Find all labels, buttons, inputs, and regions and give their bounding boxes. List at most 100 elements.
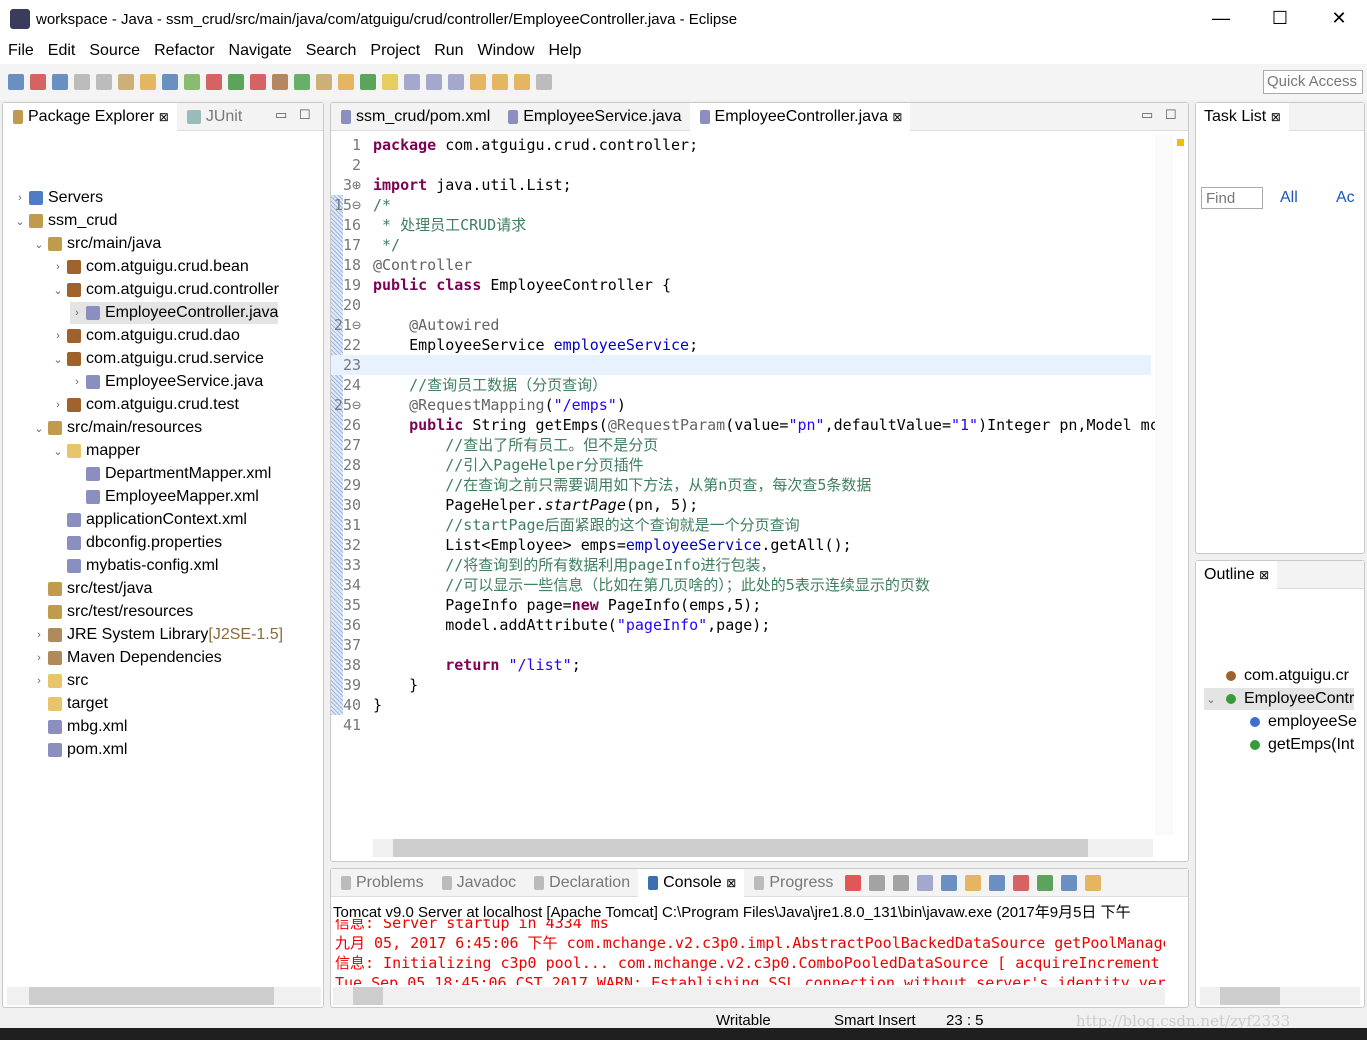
code-line[interactable]: 28 //引入PageHelper分页插件 <box>331 455 1151 475</box>
toolbar-button-icon[interactable] <box>74 74 90 90</box>
tree-item[interactable]: src/test/resources <box>32 601 193 623</box>
vertical-scrollbar[interactable] <box>1155 135 1173 835</box>
toolbar-button-icon[interactable] <box>492 74 508 90</box>
code-line[interactable]: 31 //startPage后面紧跟的这个查询就是一个分页查询 <box>331 515 1151 535</box>
expanded-chevron-icon[interactable]: ⌄ <box>51 445 65 458</box>
toolbar-button-icon[interactable] <box>162 74 178 90</box>
tab-outline[interactable]: Outline ⊠ <box>1196 560 1278 589</box>
toolbar-button-icon[interactable] <box>514 74 530 90</box>
maximize-icon[interactable]: ☐ <box>1165 107 1177 123</box>
console-toolbar-icon[interactable] <box>869 874 886 891</box>
horizontal-scrollbar[interactable] <box>1200 987 1360 1005</box>
toolbar-button-icon[interactable] <box>96 74 112 90</box>
collapsed-chevron-icon[interactable]: › <box>32 652 46 664</box>
toolbar-button-icon[interactable] <box>52 74 68 90</box>
code-line[interactable]: 25⊖ @RequestMapping("/emps") <box>331 395 1151 415</box>
tab-task-list[interactable]: Task List ⊠ <box>1196 102 1289 131</box>
console-toolbar-icon[interactable] <box>1013 874 1030 891</box>
maximize-button[interactable]: ☐ <box>1265 8 1295 29</box>
code-line[interactable]: 36 model.addAttribute("pageInfo",page); <box>331 615 1151 635</box>
collapsed-chevron-icon[interactable]: › <box>51 399 65 411</box>
tab-editor-file[interactable]: EmployeeService.java <box>498 103 689 131</box>
tree-item[interactable]: ⌄ src/main/java <box>32 233 161 255</box>
toolbar-button-icon[interactable] <box>316 74 332 90</box>
close-icon[interactable]: ⊠ <box>726 876 736 890</box>
toolbar-button-icon[interactable] <box>294 74 310 90</box>
code-line[interactable]: 23 <box>331 355 1151 375</box>
code-line[interactable]: 32 List<Employee> emps=employeeService.g… <box>331 535 1151 555</box>
code-line[interactable]: 33 //将查询到的所有数据利用pageInfo进行包装， <box>331 555 1151 575</box>
tree-item[interactable]: applicationContext.xml <box>51 509 247 531</box>
minimize-icon[interactable]: ▭ <box>275 107 287 123</box>
toolbar-button-icon[interactable] <box>30 74 46 90</box>
toolbar-button-icon[interactable] <box>118 74 134 90</box>
quick-access-input[interactable]: Quick Access <box>1263 70 1363 94</box>
toolbar-button-icon[interactable] <box>426 74 442 90</box>
menu-refactor[interactable]: Refactor <box>154 42 214 60</box>
menu-run[interactable]: Run <box>434 42 463 60</box>
expanded-chevron-icon[interactable]: ⌄ <box>1204 693 1218 706</box>
code-line[interactable]: 3⊕ import java.util.List; <box>331 175 1151 195</box>
code-line[interactable]: 16 * 处理员工CRUD请求 <box>331 215 1151 235</box>
close-icon[interactable]: ⊠ <box>1271 110 1281 124</box>
console-toolbar-icon[interactable] <box>1085 874 1102 891</box>
tree-item[interactable]: › com.atguigu.crud.bean <box>51 256 249 278</box>
code-line[interactable]: 34 //可以显示一些信息（比如在第几页啥的）；此处的5表示连续显示的页数 <box>331 575 1151 595</box>
code-line[interactable]: 29 //在查询之前只需要调用如下方法，从第n页查，每次查5条数据 <box>331 475 1151 495</box>
tree-item[interactable]: src/test/java <box>32 578 152 600</box>
outline-item[interactable]: getEmps(Int <box>1228 734 1354 756</box>
console-toolbar-icon[interactable] <box>917 874 934 891</box>
tree-item[interactable]: › EmployeeController.java <box>70 302 279 324</box>
toolbar-button-icon[interactable] <box>448 74 464 90</box>
toolbar-button-icon[interactable] <box>470 74 486 90</box>
tab-progress[interactable]: Progress <box>744 869 841 897</box>
find-input[interactable]: Find <box>1201 187 1263 209</box>
code-line[interactable]: 24 //查询员工数据（分页查询） <box>331 375 1151 395</box>
tree-item[interactable]: EmployeeMapper.xml <box>70 486 259 508</box>
toolbar-button-icon[interactable] <box>250 74 266 90</box>
console-toolbar-icon[interactable] <box>893 874 910 891</box>
toolbar-button-icon[interactable] <box>272 74 288 90</box>
horizontal-scrollbar[interactable] <box>373 839 1153 857</box>
code-line[interactable]: 20 <box>331 295 1151 315</box>
code-line[interactable]: 41 <box>331 715 1151 735</box>
tree-item[interactable]: › EmployeeService.java <box>70 371 263 393</box>
tab-javadoc[interactable]: Javadoc <box>432 869 525 897</box>
collapsed-chevron-icon[interactable]: › <box>70 307 84 319</box>
code-line[interactable]: 27 //查出了所有员工。但不是分页 <box>331 435 1151 455</box>
code-line[interactable]: 40} <box>331 695 1151 715</box>
code-line[interactable]: 15⊖ /* <box>331 195 1151 215</box>
expanded-chevron-icon[interactable]: ⌄ <box>32 422 46 435</box>
tree-item[interactable]: › com.atguigu.crud.dao <box>51 325 240 347</box>
tree-item[interactable]: ⌄ src/main/resources <box>32 417 202 439</box>
tree-item[interactable]: › JRE System Library [J2SE-1.5] <box>32 624 283 646</box>
menu-edit[interactable]: Edit <box>48 42 76 60</box>
expanded-chevron-icon[interactable]: ⌄ <box>51 284 65 297</box>
code-line[interactable]: 35 PageInfo page=new PageInfo(emps,5); <box>331 595 1151 615</box>
console-toolbar-icon[interactable] <box>1037 874 1054 891</box>
toolbar-button-icon[interactable] <box>360 74 376 90</box>
close-icon[interactable]: ⊠ <box>1259 568 1269 582</box>
activate-link[interactable]: Ac <box>1336 189 1355 207</box>
tree-item[interactable]: DepartmentMapper.xml <box>70 463 271 485</box>
tab-editor-file[interactable]: EmployeeController.java ⊠ <box>689 102 911 131</box>
expanded-chevron-icon[interactable]: ⌄ <box>51 353 65 366</box>
menu-search[interactable]: Search <box>306 42 357 60</box>
console-toolbar-icon[interactable] <box>845 874 862 891</box>
code-line[interactable]: 37 <box>331 635 1151 655</box>
console-toolbar-icon[interactable] <box>965 874 982 891</box>
code-line[interactable]: 21⊖ @Autowired <box>331 315 1151 335</box>
all-link[interactable]: All <box>1280 189 1298 207</box>
menu-help[interactable]: Help <box>548 42 581 60</box>
tree-item[interactable]: › com.atguigu.crud.test <box>51 394 239 416</box>
menu-source[interactable]: Source <box>89 42 140 60</box>
tab-console[interactable]: Console ⊠ <box>638 868 745 897</box>
code-line[interactable]: 1 package com.atguigu.crud.controller; <box>331 135 1151 155</box>
menu-project[interactable]: Project <box>370 42 420 60</box>
toolbar-button-icon[interactable] <box>228 74 244 90</box>
code-line[interactable]: 38 return "/list"; <box>331 655 1151 675</box>
collapsed-chevron-icon[interactable]: › <box>32 675 46 687</box>
tree-item[interactable]: › Maven Dependencies <box>32 647 222 669</box>
tab-junit[interactable]: JUnit <box>177 103 250 131</box>
expanded-chevron-icon[interactable]: ⌄ <box>13 215 27 228</box>
